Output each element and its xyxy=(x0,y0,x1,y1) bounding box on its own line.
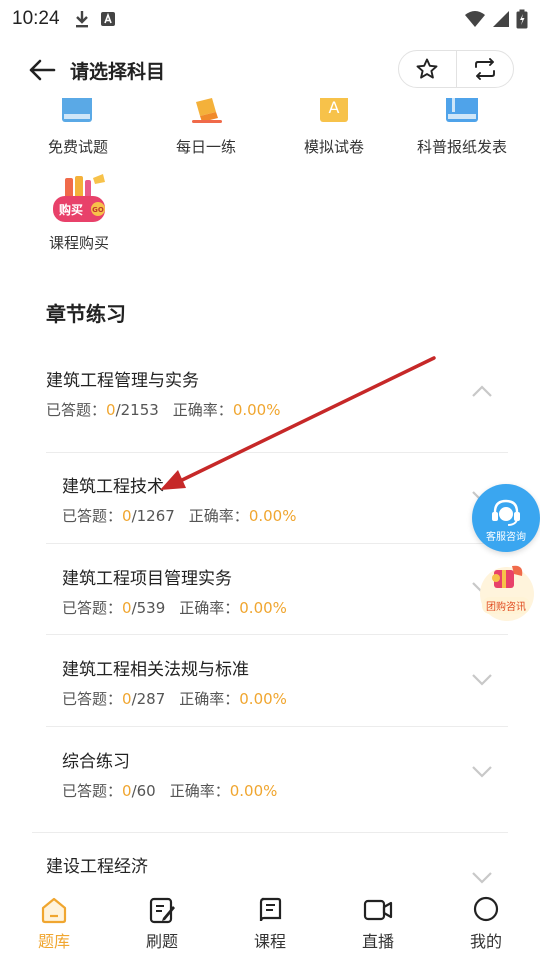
question-total: /1267 xyxy=(131,507,175,525)
chapter-title: 建设工程经济 xyxy=(46,857,148,877)
accuracy-value: 0.00% xyxy=(248,507,297,525)
home-icon xyxy=(41,897,67,924)
svg-text:GO: GO xyxy=(92,206,104,214)
app-notification-icon xyxy=(100,12,115,26)
chapter-title: 综合练习 xyxy=(62,752,130,772)
pencil-icon xyxy=(182,98,230,126)
exam-paper-icon: A xyxy=(310,98,358,126)
quick-item-daily-practice[interactable]: 每日一练 xyxy=(142,98,270,157)
chapter-stats: 已答题：0/1267 正确率：0.00% xyxy=(62,507,297,525)
course-book-icon xyxy=(259,897,282,922)
tab-question-bank[interactable]: 题库 xyxy=(0,888,108,960)
back-button[interactable] xyxy=(20,48,64,92)
quick-item-course-purchase[interactable]: 购买 GO 课程购买 xyxy=(14,172,144,253)
answered-count: 0 xyxy=(106,401,116,419)
customer-service-button[interactable]: 客服咨询 xyxy=(472,484,540,552)
quick-item-science-newspaper[interactable]: 科普报纸发表 xyxy=(398,98,526,157)
bottom-navigation: 题库 刷题 课程 直播 我的 xyxy=(0,888,540,960)
accuracy-value: 0.00% xyxy=(229,782,278,800)
chevron-down-icon[interactable] xyxy=(470,870,494,886)
chapter-stats: 已答题：0/287 正确率：0.00% xyxy=(62,690,287,708)
book-icon xyxy=(54,98,102,126)
sub-chapter-item[interactable]: 建筑工程项目管理实务 已答题：0/539 正确率：0.00% xyxy=(62,564,508,618)
video-icon xyxy=(363,899,393,921)
divider xyxy=(46,634,508,635)
sub-chapter-item[interactable]: 建筑工程技术 已答题：0/1267 正确率：0.00% xyxy=(62,472,508,526)
switch-subject-button[interactable] xyxy=(457,51,514,87)
chapter-stats: 已答题：0/539 正确率：0.00% xyxy=(62,599,287,617)
chapter-title: 建筑工程项目管理实务 xyxy=(62,569,232,589)
star-icon xyxy=(416,58,438,79)
gift-box-icon xyxy=(480,565,534,621)
chevron-down-icon[interactable] xyxy=(470,764,494,780)
answered-count: 0 xyxy=(122,507,132,525)
service-label: 客服咨询 xyxy=(486,532,526,543)
chapter-stats: 已答题：0/60 正确率：0.00% xyxy=(62,782,278,800)
svg-text:A: A xyxy=(329,98,340,117)
divider xyxy=(46,543,508,544)
tab-profile[interactable]: 我的 xyxy=(432,888,540,960)
divider xyxy=(46,726,508,727)
group-buy-label: 团购咨讯 xyxy=(482,597,530,614)
accuracy-value: 0.00% xyxy=(239,599,287,617)
newspaper-icon xyxy=(438,98,486,126)
answered-count: 0 xyxy=(122,782,132,800)
back-arrow-icon xyxy=(29,59,56,81)
divider xyxy=(46,452,508,453)
status-bar: 10:24 xyxy=(0,0,540,38)
edit-icon xyxy=(149,897,175,924)
download-icon xyxy=(75,11,88,28)
question-total: /60 xyxy=(131,782,156,800)
header-action-group xyxy=(398,50,514,88)
chapter-title: 建筑工程管理与实务 xyxy=(46,371,199,391)
favorite-button[interactable] xyxy=(399,51,456,87)
svg-text:购买: 购买 xyxy=(59,202,83,217)
group-buy-button[interactable]: 团购咨讯 xyxy=(476,560,538,624)
chevron-down-icon[interactable] xyxy=(470,672,494,688)
quick-actions-row: 免费试题 每日一练 A 模拟试卷 科普报纸发表 xyxy=(14,98,540,157)
header-bar: 请选择科目 xyxy=(0,42,540,98)
tab-live[interactable]: 直播 xyxy=(324,888,432,960)
question-total: /539 xyxy=(131,599,166,617)
section-title: 章节练习 xyxy=(46,302,126,326)
chapter-title: 建筑工程相关法规与标准 xyxy=(62,660,249,680)
accuracy-value: 0.00% xyxy=(239,690,287,708)
battery-icon xyxy=(516,9,528,29)
question-total: /287 xyxy=(131,690,166,708)
chapter-stats: 已答题：0/2153 正确率：0.00% xyxy=(46,401,281,419)
switch-icon xyxy=(474,58,495,80)
tab-practice[interactable]: 刷题 xyxy=(108,888,216,960)
wifi-icon xyxy=(465,11,485,27)
divider xyxy=(32,832,508,833)
sub-chapter-item[interactable]: 建筑工程相关法规与标准 已答题：0/287 正确率：0.00% xyxy=(62,655,508,709)
chapter-item[interactable]: 建筑工程管理与实务 已答题：0/2153 正确率：0.00% xyxy=(46,366,508,420)
status-time: 10:24 xyxy=(12,8,60,29)
shopping-bag-icon: 购买 GO xyxy=(53,174,105,222)
headset-icon xyxy=(492,499,520,526)
chevron-up-icon[interactable] xyxy=(470,383,494,399)
answered-count: 0 xyxy=(122,599,132,617)
chapter-item[interactable]: 建设工程经济 xyxy=(46,852,508,877)
quick-item-free-questions[interactable]: 免费试题 xyxy=(14,98,142,157)
page-title: 请选择科目 xyxy=(70,60,166,83)
quick-item-mock-exam[interactable]: A 模拟试卷 xyxy=(270,98,398,157)
tab-courses[interactable]: 课程 xyxy=(216,888,324,960)
signal-icon xyxy=(493,11,509,27)
chapter-title: 建筑工程技术 xyxy=(62,477,164,497)
question-total: /2153 xyxy=(115,401,159,419)
profile-icon xyxy=(473,896,499,922)
answered-count: 0 xyxy=(122,690,132,708)
sub-chapter-item[interactable]: 综合练习 已答题：0/60 正确率：0.00% xyxy=(62,747,508,801)
accuracy-value: 0.00% xyxy=(232,401,281,419)
